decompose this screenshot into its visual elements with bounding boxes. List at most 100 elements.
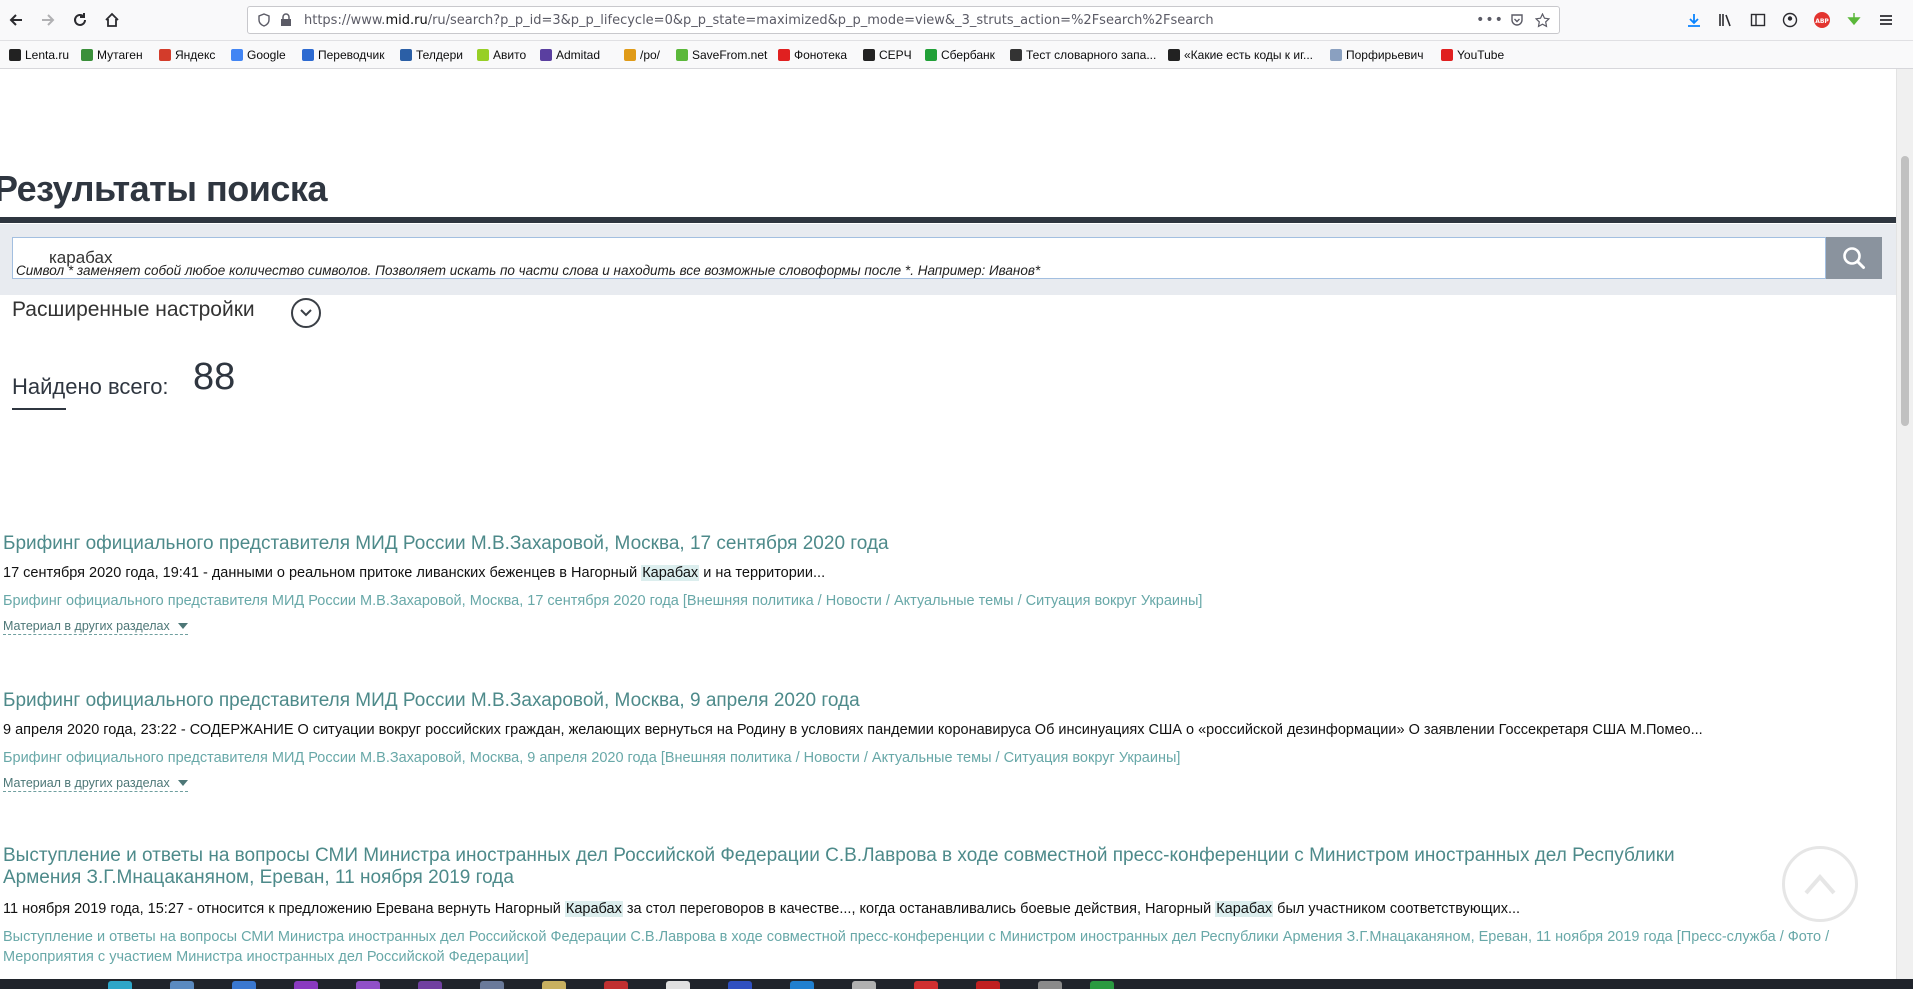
bookmark-item[interactable]: Телдери: [400, 47, 463, 63]
page-scrollbar[interactable]: [1896, 69, 1913, 979]
bookmark-favicon-icon: [863, 49, 875, 61]
result-snippet: 11 ноября 2019 года, 15:27 - относится к…: [3, 899, 1883, 919]
bookmark-item[interactable]: /po/: [624, 47, 660, 63]
bookmark-item[interactable]: Сбербанк: [925, 47, 995, 63]
result-title-link[interactable]: Брифинг официального представителя МИД Р…: [3, 690, 1883, 712]
adblock-icon[interactable]: ABP: [1810, 8, 1834, 32]
bookmark-label: SaveFrom.net: [692, 48, 768, 62]
bookmark-item[interactable]: Авито: [477, 47, 526, 63]
bookmark-item[interactable]: Admitad: [540, 47, 600, 63]
bookmark-favicon-icon: [1010, 49, 1022, 61]
search-result-body: 11 ноября 2019 года, 15:27 - относится к…: [3, 899, 1883, 967]
results-count-underline: [12, 408, 66, 410]
advanced-settings-label[interactable]: Расширенные настройки: [12, 298, 255, 322]
result-path-link[interactable]: Брифинг официального представителя МИД Р…: [3, 591, 1883, 611]
bookmark-favicon-icon: [925, 49, 937, 61]
downloads-icon[interactable]: [1682, 8, 1706, 32]
snippet-text: 11 ноября 2019 года, 15:27 - относится к…: [3, 901, 565, 917]
taskbar-app-icon[interactable]: [232, 981, 256, 989]
menu-icon[interactable]: [1874, 8, 1898, 32]
taskbar-app-icon[interactable]: [480, 981, 504, 989]
page-content: Результаты поиска: [0, 69, 1897, 979]
taskbar-app-icon[interactable]: [976, 981, 1000, 989]
results-count: 88: [193, 356, 236, 398]
snippet-highlight: Карабах: [641, 565, 700, 581]
bookmark-label: Lenta.ru: [25, 48, 70, 62]
result-title-link[interactable]: Выступление и ответы на вопросы СМИ Мини…: [3, 845, 1743, 889]
other-sections-toggle[interactable]: Материал в других разделах: [3, 776, 188, 792]
lock-icon[interactable]: [278, 12, 294, 28]
taskbar-app-icon[interactable]: [914, 981, 938, 989]
taskbar-app-icon[interactable]: [852, 981, 876, 989]
bookmark-favicon-icon: [302, 49, 314, 61]
taskbar-app-icon[interactable]: [418, 981, 442, 989]
url-text[interactable]: https://www.mid.ru/ru/search?p_p_id=3&p_…: [304, 13, 1214, 28]
taskbar-app-icon[interactable]: [170, 981, 194, 989]
bookmark-favicon-icon: [676, 49, 688, 61]
bookmark-item[interactable]: Мутаген: [81, 47, 143, 63]
taskbar-app-icon[interactable]: [1090, 981, 1114, 989]
bookmark-item[interactable]: Яндекс: [159, 47, 215, 63]
result-path-link[interactable]: Выступление и ответы на вопросы СМИ Мини…: [3, 927, 1883, 967]
pocket-icon[interactable]: [1509, 12, 1525, 28]
bookmark-favicon-icon: [159, 49, 171, 61]
bookmark-item[interactable]: Порфирьевич: [1330, 47, 1423, 63]
bookmark-item[interactable]: СЕРЧ: [863, 47, 912, 63]
reload-icon[interactable]: [66, 6, 94, 34]
advanced-settings-toggle[interactable]: [291, 298, 321, 328]
home-icon[interactable]: [98, 6, 126, 34]
taskbar-app-icon[interactable]: [666, 981, 690, 989]
bookmark-item[interactable]: Lenta.ru: [9, 47, 69, 63]
chevron-up-icon: [1804, 873, 1836, 895]
taskbar-app-icon[interactable]: [294, 981, 318, 989]
bookmark-item[interactable]: Фонотека: [778, 47, 847, 63]
search-hint: Символ * заменяет собой любое количество…: [16, 263, 1041, 278]
bookmark-item[interactable]: Google: [231, 47, 286, 63]
result-snippet: 17 сентября 2020 года, 19:41 - данными о…: [3, 563, 1883, 583]
bookmark-favicon-icon: [540, 49, 552, 61]
taskbar-app-icon[interactable]: [790, 981, 814, 989]
account-icon[interactable]: [1778, 8, 1802, 32]
scroll-to-top-button[interactable]: [1782, 846, 1858, 922]
result-path-link[interactable]: Брифинг официального представителя МИД Р…: [3, 748, 1883, 768]
snippet-text: за стол переговоров в качестве..., когда…: [622, 901, 1216, 917]
forward-icon[interactable]: [34, 6, 62, 34]
scrollbar-thumb[interactable]: [1901, 156, 1909, 426]
page-title: Результаты поиска: [0, 168, 327, 209]
search-result: Брифинг официального представителя МИД Р…: [3, 690, 1883, 792]
address-bar[interactable]: https://www.mid.ru/ru/search?p_p_id=3&p_…: [247, 6, 1560, 34]
other-sections-toggle[interactable]: Материал в других разделах: [3, 619, 188, 635]
taskbar-app-icon[interactable]: [356, 981, 380, 989]
taskbar-app-icon[interactable]: [604, 981, 628, 989]
taskbar-app-icon[interactable]: [1038, 981, 1062, 989]
search-button[interactable]: [1826, 237, 1882, 279]
bookmark-label: СЕРЧ: [879, 48, 912, 62]
bookmark-item[interactable]: SaveFrom.net: [676, 47, 767, 63]
bookmark-item[interactable]: «Какие есть коды к иг...: [1168, 47, 1313, 63]
svg-text:ABP: ABP: [1815, 18, 1829, 25]
triangle-down-icon: [177, 780, 188, 786]
snippet-text: 17 сентября 2020 года, 19:41 - данными о…: [3, 565, 642, 581]
back-icon[interactable]: [2, 6, 30, 34]
chevron-down-icon: [300, 309, 312, 317]
other-sections-label: Материал в других разделах: [3, 776, 170, 790]
sidebar-icon[interactable]: [1746, 8, 1770, 32]
search-result: Брифинг официального представителя МИД Р…: [3, 533, 1883, 635]
bookmark-item[interactable]: YouTube: [1441, 47, 1504, 63]
snippet-text: и на территории...: [699, 565, 826, 581]
bookmark-item[interactable]: Переводчик: [302, 47, 385, 63]
bookmark-label: Порфирьевич: [1346, 48, 1424, 62]
bookmark-star-icon[interactable]: [1534, 12, 1550, 28]
taskbar-app-icon[interactable]: [728, 981, 752, 989]
library-icon[interactable]: [1714, 8, 1738, 32]
snippet-highlight: Карабах: [564, 901, 623, 917]
taskbar-app-icon[interactable]: [542, 981, 566, 989]
bookmark-favicon-icon: [1441, 49, 1453, 61]
tracking-shield-icon[interactable]: [256, 12, 272, 28]
result-title-link[interactable]: Брифинг официального представителя МИД Р…: [3, 533, 1883, 555]
taskbar-app-icon[interactable]: [108, 981, 132, 989]
page-actions-icon[interactable]: •••: [1476, 12, 1503, 28]
bookmark-item[interactable]: Тест словарного запа...: [1010, 47, 1156, 63]
savefrom-icon[interactable]: [1842, 8, 1866, 32]
bookmark-label: /po/: [640, 48, 661, 62]
